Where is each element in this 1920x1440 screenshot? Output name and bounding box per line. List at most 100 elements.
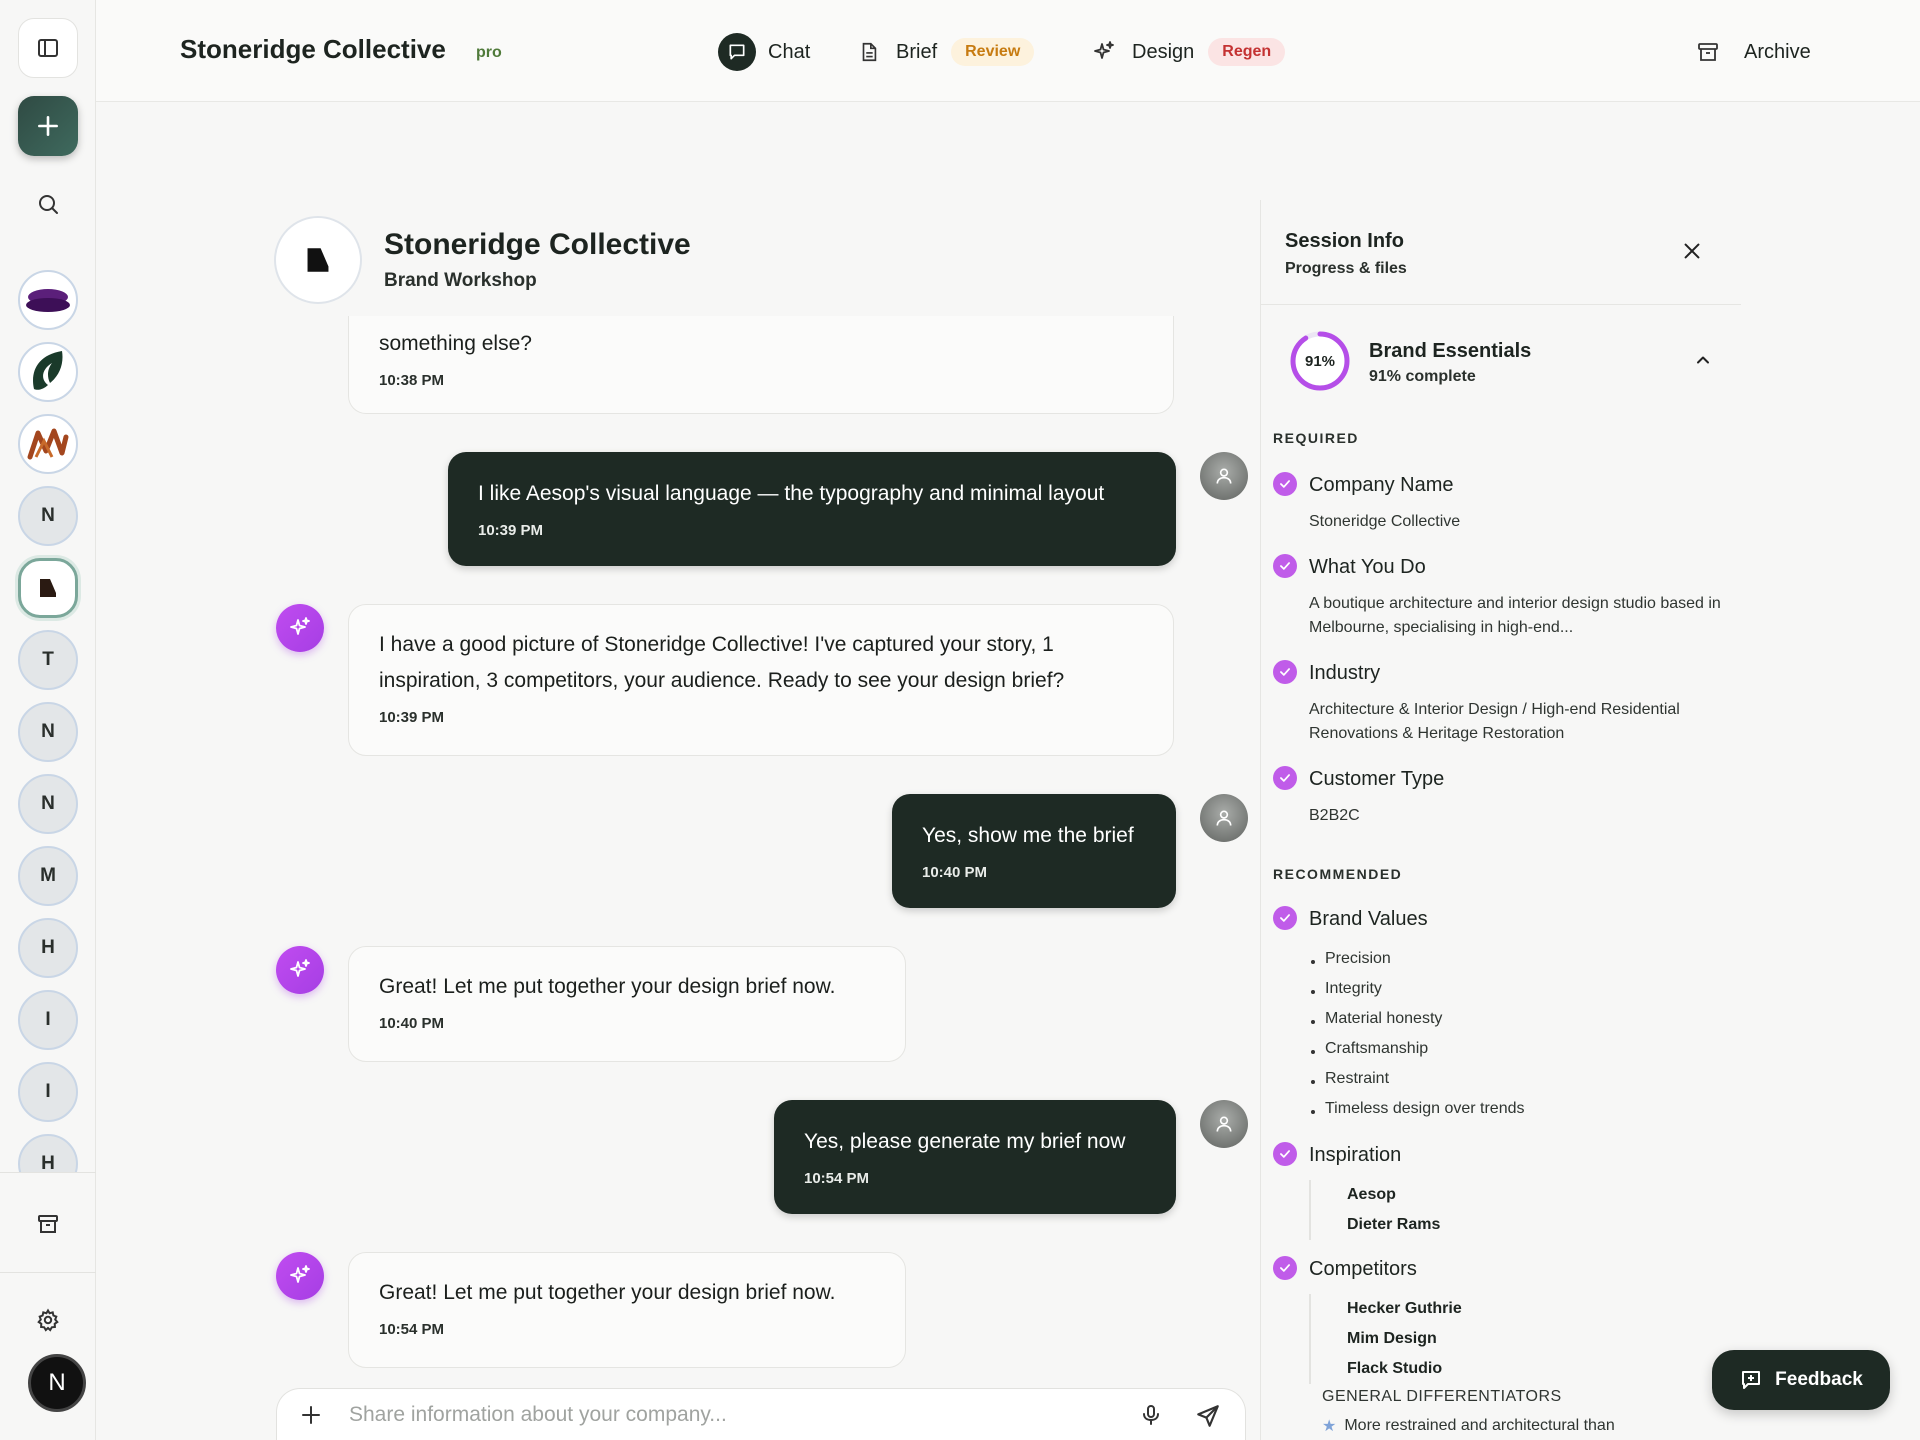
list-item: Material honesty	[1309, 1004, 1525, 1034]
recommended-section-label: RECOMMENDED	[1273, 866, 1403, 882]
message-text: Yes, show me the brief	[922, 824, 1134, 847]
brand-values-list: Precision Integrity Material honesty Cra…	[1309, 944, 1525, 1124]
session-avatar-stoneridge-active[interactable]	[18, 558, 78, 618]
close-icon	[1684, 243, 1700, 259]
required-section-label: REQUIRED	[1273, 430, 1359, 446]
session-avatar[interactable]: N	[18, 702, 78, 762]
sparkles-icon	[290, 617, 310, 635]
archive-icon	[38, 1215, 58, 1233]
close-panel-button[interactable]	[1681, 240, 1703, 267]
assistant-avatar	[276, 1252, 324, 1300]
user-message: Yes, show me the brief 10:40 PM	[892, 794, 1176, 908]
session-avatar[interactable]: I	[18, 1062, 78, 1122]
message-composer	[276, 1388, 1246, 1440]
session-avatar[interactable]: N	[18, 774, 78, 834]
assistant-avatar	[276, 604, 324, 652]
item-title: What You Do	[1309, 556, 1426, 578]
message-text: Yes, please generate my brief now	[804, 1130, 1126, 1153]
session-avatar[interactable]: M	[18, 846, 78, 906]
new-session-button[interactable]	[18, 96, 78, 156]
chevron-up-icon	[1697, 356, 1709, 364]
message-text: I have a good picture of Stoneridge Coll…	[379, 633, 1065, 692]
session-avatar[interactable]: H	[18, 918, 78, 978]
item-value: Architecture & Interior Design / High-en…	[1309, 701, 1680, 742]
attach-button[interactable]	[299, 1403, 323, 1432]
plus-icon	[302, 1406, 320, 1424]
tab-design[interactable]: Design Regen	[1092, 30, 1286, 74]
microphone-button[interactable]	[1139, 1403, 1163, 1432]
session-avatar[interactable]: T	[18, 630, 78, 690]
user-icon	[1216, 810, 1232, 826]
session-panel-subtitle: Progress & files	[1285, 260, 1407, 277]
app-brand: Stoneridge Collective	[180, 34, 446, 64]
feedback-icon	[1742, 1371, 1761, 1389]
user-message: Yes, please generate my brief now 10:54 …	[774, 1100, 1176, 1214]
item-value: B2B2C	[1309, 807, 1360, 824]
user-avatar[interactable]: N	[28, 1354, 86, 1412]
search-button[interactable]	[18, 174, 78, 234]
brief-status-badge: Review	[951, 38, 1035, 66]
check-icon	[1273, 660, 1297, 684]
archive-nav-button[interactable]: Archive	[1696, 30, 1811, 74]
send-icon	[1197, 1405, 1219, 1427]
list-item: Precision	[1309, 944, 1525, 974]
competitors-list: Hecker Guthrie Mim Design Flack Studio	[1309, 1294, 1462, 1384]
user-message-avatar	[1200, 1100, 1248, 1148]
item-title: Customer Type	[1309, 768, 1445, 790]
collapse-essentials-button[interactable]	[1693, 350, 1713, 375]
session-avatar-leaf-logo[interactable]	[18, 342, 78, 402]
session-avatar[interactable]: N	[18, 486, 78, 546]
message-time: 10:54 PM	[804, 1170, 870, 1187]
sparkles-icon	[1092, 40, 1116, 64]
document-icon	[858, 41, 880, 63]
feedback-button[interactable]: Feedback	[1712, 1350, 1890, 1410]
sparkles-icon	[290, 1265, 310, 1283]
session-avatar[interactable]: I	[18, 990, 78, 1050]
archive-button[interactable]	[18, 1194, 78, 1254]
list-item: Dieter Rams	[1347, 1216, 1441, 1233]
check-icon	[1273, 766, 1297, 790]
progress-percent: 91%	[1304, 352, 1336, 370]
session-avatar[interactable]: H	[18, 1134, 78, 1172]
purple-stone-logo-icon	[26, 289, 70, 312]
settings-button[interactable]	[18, 1290, 78, 1350]
tab-chat[interactable]: Chat	[718, 30, 810, 74]
sidebar-toggle-button[interactable]	[18, 18, 78, 78]
list-item: Mim Design	[1347, 1330, 1437, 1347]
check-icon	[1273, 1256, 1297, 1280]
archive-nav-label: Archive	[1744, 40, 1811, 63]
item-title: Industry	[1309, 662, 1381, 684]
tab-design-label: Design	[1132, 40, 1195, 63]
stoneridge-logo-icon	[40, 579, 56, 597]
conversation-subtitle: Brand Workshop	[384, 270, 537, 291]
check-icon	[1273, 472, 1297, 496]
message-input[interactable]	[349, 1403, 1069, 1427]
send-button[interactable]	[1195, 1403, 1221, 1434]
list-item: Craftsmanship	[1309, 1034, 1525, 1064]
assistant-message: I have a good picture of Stoneridge Coll…	[348, 604, 1174, 756]
design-status-badge: Regen	[1208, 38, 1286, 66]
list-item: Timeless design over trends	[1309, 1094, 1525, 1124]
message-time: 10:39 PM	[379, 709, 445, 726]
differentiator-item: ★ More restrained and architectural than	[1322, 1416, 1615, 1436]
conversation-logo	[274, 216, 362, 304]
message-text: Great! Let me put together your design b…	[379, 975, 836, 998]
star-icon: ★	[1322, 1418, 1337, 1435]
differentiator-text: More restrained and architectural than	[1344, 1417, 1615, 1434]
item-title: Competitors	[1309, 1258, 1417, 1280]
session-avatar-m-logo[interactable]	[18, 414, 78, 474]
feedback-label: Feedback	[1775, 1369, 1863, 1390]
list-item: Restraint	[1309, 1064, 1525, 1094]
list-item: Flack Studio	[1347, 1360, 1443, 1377]
search-icon	[39, 195, 58, 214]
item-value: Stoneridge Collective	[1309, 513, 1461, 530]
leaf-logo-icon	[33, 351, 63, 390]
conversation-title: Stoneridge Collective	[384, 228, 691, 261]
essentials-progress-text: 91% complete	[1369, 368, 1476, 385]
rail-divider	[0, 1272, 96, 1273]
message-time: 10:40 PM	[379, 1015, 445, 1032]
plus-icon	[38, 116, 58, 136]
message-text: something else?	[379, 332, 532, 355]
tab-brief[interactable]: Brief Review	[858, 30, 1035, 74]
session-avatar-purple-logo[interactable]	[18, 270, 78, 330]
